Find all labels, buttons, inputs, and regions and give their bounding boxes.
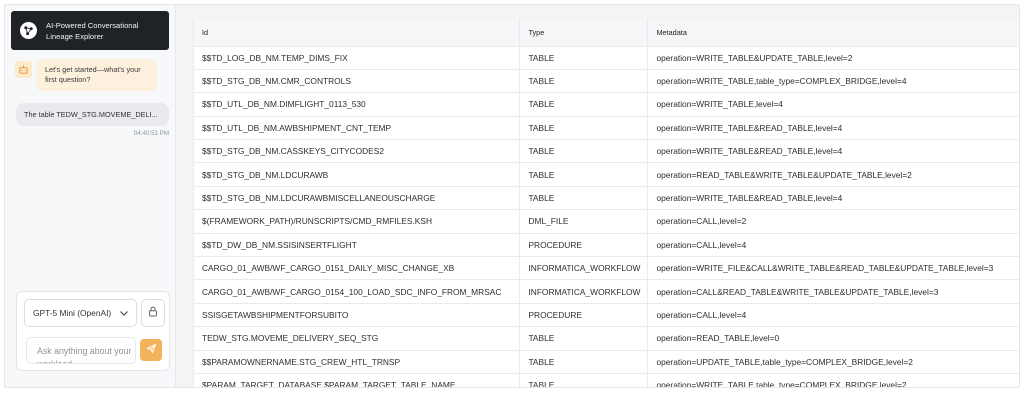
cell-id: CARGO_01_AWB/WF_CARGO_0151_DAILY_MISC_CH… [194, 256, 521, 281]
cell-metadata: operation=WRITE_TABLE,table_type=COMPLEX… [647, 69, 1019, 94]
cell-id: $(FRAMEWORK_PATH)/RUNSCRIPTS/CMD_RMFILES… [194, 209, 521, 234]
cell-metadata: operation=READ_TABLE,level=0 [647, 326, 1019, 351]
cell-id: CARGO_01_AWB/WF_CARGO_0154_100_LOAD_SDC_… [194, 279, 521, 304]
app-title: AI-Powered Conversational Lineage Explor… [46, 20, 139, 41]
bot-message-row: Let's get started—what's your first ques… [15, 59, 157, 91]
cell-id: $$TD_STG_DB_NM.CMR_CONTROLS [194, 69, 521, 94]
table-row[interactable]: $$TD_DW_DB_NM.SSISINSERTFLIGHT PROCEDURE o… [194, 233, 1019, 258]
table-row[interactable]: $$TD_STG_DB_NM.CMR_CONTROLS TABLE operatio… [194, 69, 1019, 94]
lock-button[interactable] [141, 299, 165, 327]
table-header-row: Id Type Metadata [194, 19, 1019, 47]
table-row[interactable]: CARGO_01_AWB/WF_CARGO_0151_DAILY_MISC_CH… [194, 256, 1019, 281]
bot-message: Let's get started—what's your first ques… [36, 59, 157, 91]
cell-type: TABLE [519, 69, 649, 94]
cell-metadata: operation=WRITE_FILE&CALL&WRITE_TABLE&RE… [647, 256, 1019, 281]
cell-type: TABLE [519, 92, 649, 117]
cell-metadata: operation=WRITE_TABLE&READ_TABLE,level=4 [647, 139, 1019, 164]
cell-type: TABLE [519, 139, 649, 164]
app-window: AI-Powered Conversational Lineage Explor… [4, 4, 1020, 388]
cell-id: $PARAM_TARGET_DATABASE.$PARAM_TARGET_TAB… [194, 373, 521, 387]
cell-id: $$TD_STG_DB_NM.LDCURAWB [194, 162, 521, 187]
table-row[interactable]: $$PARAMOWNERNAME.STG_CREW_HTL_TRNSP TABLE… [194, 350, 1019, 374]
cell-metadata: operation=WRITE_TABLE&READ_TABLE,level=4 [647, 186, 1019, 211]
chat-composer: GPT-5 Mini (OpenAI) Ask anything about y… [16, 291, 170, 371]
table-row[interactable]: $$TD_UTL_DB_NM.DIMFLIGHT_0113_530 TABLE op… [194, 92, 1019, 117]
cell-type: TABLE [519, 373, 649, 387]
send-button[interactable] [140, 339, 162, 361]
chevron-down-icon [119, 309, 129, 319]
main-panel: Id Type Metadata $$TD_LOG_DB_NM.TEMP_DIM… [176, 5, 1019, 387]
cell-id: $$TD_UTL_DB_NM.DIMFLIGHT_0113_530 [194, 92, 521, 117]
cell-id: $$TD_LOG_DB_NM.TEMP_DIMS_FIX [194, 46, 521, 70]
bot-icon [15, 61, 32, 78]
cell-id: SSISGETAWBSHIPMENTFORSUBITO [194, 303, 521, 328]
cell-metadata: operation=WRITE_TABLE,level=4 [647, 92, 1019, 117]
cell-id: $$TD_UTL_DB_NM.AWBSHIPMENT_CNT_TEMP [194, 116, 521, 141]
cell-type: TABLE [519, 350, 649, 374]
table-row[interactable]: $$TD_UTL_DB_NM.AWBSHIPMENT_CNT_TEMP TABLE… [194, 116, 1019, 141]
cell-type: TABLE [519, 326, 649, 351]
table-row[interactable]: $$TD_LOG_DB_NM.TEMP_DIMS_FIX TABLE operati… [194, 46, 1019, 70]
user-message[interactable]: The table TEDW_STG.MOVEME_DELI... [16, 103, 169, 126]
app-header: AI-Powered Conversational Lineage Explor… [11, 11, 169, 50]
model-select[interactable]: GPT-5 Mini (OpenAI) [24, 299, 137, 327]
cell-id: $$TD_STG_DB_NM.LDCURAWBMISCELLANEOUSCHAR… [194, 186, 521, 211]
cell-type: TABLE [519, 116, 649, 141]
column-header-metadata[interactable]: Metadata [647, 19, 1019, 47]
cell-id: $$PARAMOWNERNAME.STG_CREW_HTL_TRNSP [194, 350, 521, 374]
cell-type: DML_FILE [519, 209, 649, 234]
table-row[interactable]: SSISGETAWBSHIPMENTFORSUBITO PROCEDURE oper… [194, 303, 1019, 328]
cell-metadata: operation=CALL&READ_TABLE&WRITE_TABLE&UP… [647, 279, 1019, 304]
table-row[interactable]: $$TD_STG_DB_NM.LDCURAWBMISCELLANEOUSCHAR… [194, 186, 1019, 211]
table-row[interactable]: $(FRAMEWORK_PATH)/RUNSCRIPTS/CMD_RMFILES… [194, 209, 1019, 234]
cell-id: $$TD_STG_DB_NM.CASSKEYS_CITYCODES2 [194, 139, 521, 164]
column-header-type[interactable]: Type [519, 19, 649, 47]
cell-type: PROCEDURE [519, 303, 649, 328]
cell-type: TABLE [519, 46, 649, 70]
cell-metadata: operation=WRITE_TABLE&READ_TABLE,level=4 [647, 116, 1019, 141]
table-row[interactable]: TEDW_STG.MOVEME_DELIVERY_SEQ_STG TABLE ope… [194, 326, 1019, 351]
cell-metadata: operation=WRITE_TABLE&UPDATE_TABLE,level… [647, 46, 1019, 70]
prompt-input[interactable]: Ask anything about your workload [26, 337, 136, 364]
cell-type: PROCEDURE [519, 233, 649, 258]
table-row[interactable]: $PARAM_TARGET_DATABASE.$PARAM_TARGET_TAB… [194, 373, 1019, 387]
cell-type: TABLE [519, 186, 649, 211]
cell-id: $$TD_DW_DB_NM.SSISINSERTFLIGHT [194, 233, 521, 258]
lock-icon [148, 304, 158, 322]
send-icon [146, 341, 157, 359]
message-timestamp: 04:40:51 PM [133, 130, 169, 137]
cell-metadata: operation=WRITE_TABLE,table_type=COMPLEX… [647, 373, 1019, 387]
table-row[interactable]: CARGO_01_AWB/WF_CARGO_0154_100_LOAD_SDC_… [194, 279, 1019, 304]
chat-sidebar: AI-Powered Conversational Lineage Explor… [5, 5, 176, 387]
cell-id: TEDW_STG.MOVEME_DELIVERY_SEQ_STG [194, 326, 521, 351]
model-select-value: GPT-5 Mini (OpenAI) [33, 308, 112, 318]
table-row[interactable]: $$TD_STG_DB_NM.CASSKEYS_CITYCODES2 TABLE o… [194, 139, 1019, 164]
cell-metadata: operation=READ_TABLE&WRITE_TABLE&UPDATE_… [647, 162, 1019, 187]
cell-metadata: operation=CALL,level=4 [647, 233, 1019, 258]
cell-type: TABLE [519, 162, 649, 187]
table-row[interactable]: $$TD_STG_DB_NM.LDCURAWB TABLE operation=RE… [194, 162, 1019, 187]
cell-metadata: operation=CALL,level=4 [647, 303, 1019, 328]
column-header-id[interactable]: Id [194, 19, 521, 47]
lineage-table: Id Type Metadata $$TD_LOG_DB_NM.TEMP_DIM… [194, 19, 1019, 387]
cell-type: INFORMATICA_WORKFLOW [519, 256, 649, 281]
cell-metadata: operation=UPDATE_TABLE,table_type=COMPLE… [647, 350, 1019, 374]
lineage-logo-icon [20, 22, 37, 39]
lineage-table-container[interactable]: Id Type Metadata $$TD_LOG_DB_NM.TEMP_DIM… [193, 19, 1019, 387]
cell-metadata: operation=CALL,level=2 [647, 209, 1019, 234]
table-body: $$TD_LOG_DB_NM.TEMP_DIMS_FIX TABLE operati… [194, 46, 1019, 387]
cell-type: INFORMATICA_WORKFLOW [519, 279, 649, 304]
